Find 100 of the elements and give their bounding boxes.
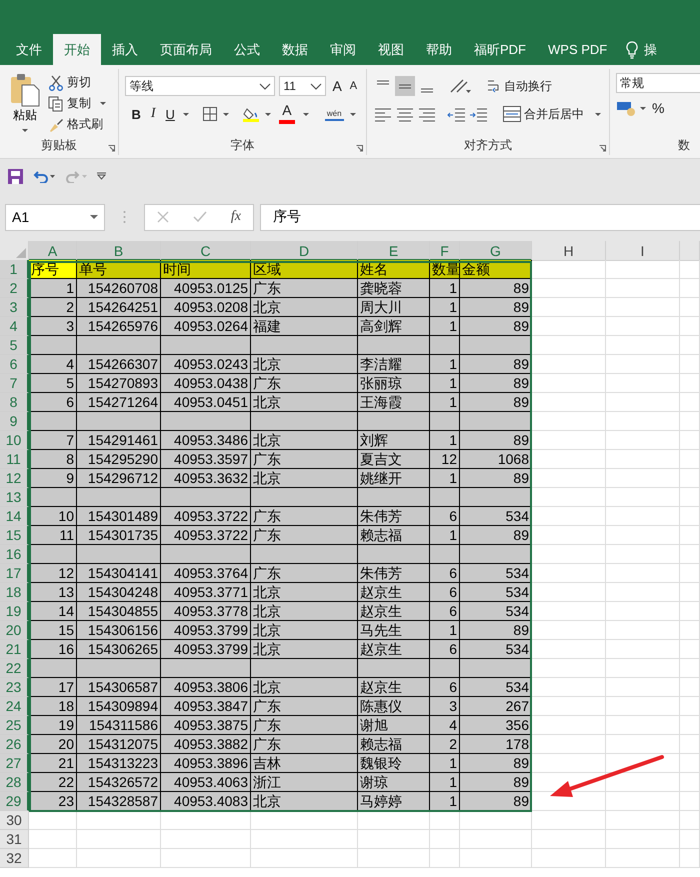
decrease-font-button[interactable]: A (348, 79, 360, 93)
row-header[interactable]: 11 (0, 450, 29, 469)
scissors-icon[interactable] (48, 74, 64, 90)
cut-button[interactable]: 剪切 (46, 73, 108, 92)
wrap-text-icon[interactable] (487, 78, 501, 94)
font-color-button[interactable]: A (276, 103, 297, 125)
row-header[interactable]: 21 (0, 640, 29, 659)
row-header[interactable]: 1 (0, 260, 29, 279)
fill-color-icon[interactable] (242, 106, 259, 122)
row-header[interactable]: 12 (0, 469, 29, 488)
caret-icon[interactable] (22, 129, 28, 132)
formula-input[interactable]: 序号 (273, 208, 301, 226)
row-header[interactable]: 23 (0, 678, 29, 697)
ribbon-tab[interactable]: 福昕PDF (463, 34, 537, 65)
insert-function-button[interactable]: fx (230, 209, 241, 225)
vertical-align-icon[interactable] (395, 76, 415, 96)
row-header[interactable]: 22 (0, 659, 29, 678)
check-icon[interactable] (192, 211, 207, 223)
row-header[interactable]: 7 (0, 374, 29, 393)
font-name-field[interactable]: 等线 (125, 76, 276, 96)
bold-button[interactable]: B (129, 106, 143, 122)
row-header[interactable]: 29 (0, 792, 29, 811)
lightbulb-icon[interactable] (626, 40, 638, 58)
ribbon-tab[interactable]: 帮助 (415, 34, 463, 65)
name-box[interactable]: A1 (5, 204, 105, 230)
percent-button[interactable]: % (650, 99, 666, 117)
caret-icon[interactable] (222, 112, 229, 116)
brush-icon[interactable] (48, 116, 64, 132)
row-header[interactable]: 5 (0, 336, 29, 355)
column-header[interactable]: A (29, 241, 77, 261)
row-header[interactable]: 18 (0, 583, 29, 602)
increase-font-button[interactable]: A (330, 77, 344, 95)
ribbon-tab[interactable]: 视图 (367, 34, 415, 65)
row-header[interactable]: 3 (0, 298, 29, 317)
ribbon-tab[interactable]: 数据 (271, 34, 319, 65)
align-center-icon[interactable] (395, 106, 415, 122)
increase-indent-icon[interactable] (469, 106, 489, 122)
copy-button[interactable]: 复制 (46, 94, 108, 113)
row-header[interactable]: 10 (0, 431, 29, 450)
ribbon-tab[interactable]: 审阅 (319, 34, 367, 65)
ribbon-tab[interactable]: 公式 (223, 34, 271, 65)
row-header[interactable]: 6 (0, 355, 29, 374)
caret-icon[interactable] (182, 112, 189, 116)
caret-icon[interactable] (640, 106, 646, 110)
caret-icon[interactable] (350, 112, 356, 116)
row-header[interactable]: 32 (0, 849, 29, 868)
row-header[interactable]: 4 (0, 317, 29, 336)
font-size-field[interactable]: 11 (279, 76, 326, 96)
row-header[interactable]: 27 (0, 754, 29, 773)
chevron-down-icon[interactable] (310, 82, 322, 90)
caret-icon[interactable] (595, 112, 601, 116)
merge-cells-icon[interactable] (503, 106, 521, 122)
row-header[interactable]: 2 (0, 279, 29, 298)
underline-button[interactable]: U (164, 106, 177, 122)
customize-toolbar-icon[interactable] (97, 172, 106, 180)
decrease-indent-icon[interactable] (447, 106, 467, 122)
save-icon[interactable] (8, 168, 23, 184)
row-header[interactable]: 31 (0, 830, 29, 849)
text-orientation-icon[interactable] (449, 78, 471, 94)
row-header[interactable]: 9 (0, 412, 29, 431)
dialog-launcher-icon[interactable] (599, 145, 606, 152)
ribbon-tab[interactable]: 页面布局 (149, 34, 223, 65)
italic-button[interactable]: I (148, 105, 158, 123)
column-header[interactable]: F (430, 241, 460, 261)
column-header[interactable]: C (161, 241, 251, 261)
row-header[interactable]: 15 (0, 526, 29, 545)
borders-icon[interactable] (202, 107, 217, 121)
row-header[interactable]: 14 (0, 507, 29, 526)
dialog-launcher-icon[interactable] (108, 145, 116, 152)
caret-icon[interactable] (302, 112, 309, 116)
row-header[interactable]: 30 (0, 811, 29, 830)
column-header[interactable]: I (606, 241, 680, 261)
ribbon-tab[interactable]: 开始 (53, 34, 101, 65)
row-header[interactable]: 17 (0, 564, 29, 583)
row-header[interactable]: 13 (0, 488, 29, 507)
currency-icon[interactable] (616, 100, 636, 116)
clipboard-icon[interactable] (10, 73, 40, 107)
tell-me-search[interactable]: 操 (644, 40, 658, 58)
row-header[interactable]: 25 (0, 716, 29, 735)
column-header[interactable]: D (251, 241, 358, 261)
row-header[interactable]: 19 (0, 602, 29, 621)
undo-icon[interactable] (33, 169, 55, 183)
number-format-field[interactable]: 常规 (616, 73, 700, 93)
ribbon-tab[interactable]: 文件 (5, 34, 53, 65)
paste-button[interactable]: 粘贴 (6, 73, 44, 137)
column-header[interactable]: H (532, 241, 606, 261)
row-header[interactable]: 20 (0, 621, 29, 640)
chevron-down-icon[interactable] (259, 82, 272, 90)
caret-icon[interactable] (100, 102, 106, 105)
row-header[interactable]: 28 (0, 773, 29, 792)
column-header[interactable]: G (460, 241, 532, 261)
copy-icon[interactable] (48, 96, 64, 112)
format-painter-button[interactable]: 格式刷 (46, 115, 108, 134)
align-left-icon[interactable] (373, 106, 393, 122)
dialog-launcher-icon[interactable] (356, 145, 363, 152)
ribbon-tab[interactable]: WPS PDF (537, 34, 618, 65)
column-header[interactable]: B (77, 241, 161, 261)
drag-handle-icon[interactable] (123, 210, 126, 224)
align-right-icon[interactable] (417, 106, 437, 122)
ribbon-tab[interactable]: 插入 (101, 34, 149, 65)
